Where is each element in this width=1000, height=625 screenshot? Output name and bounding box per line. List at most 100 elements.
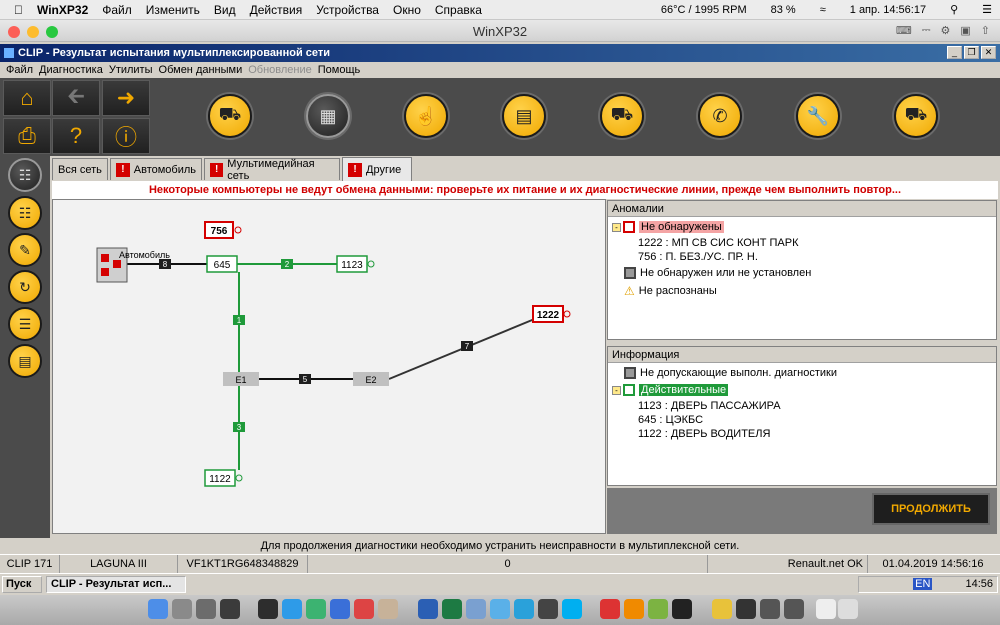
link-label[interactable]: 1 (233, 315, 245, 325)
keyboard-icon[interactable]: ⌨ (896, 24, 912, 37)
forward-button[interactable]: ➜ (102, 80, 150, 116)
word-icon[interactable] (418, 599, 438, 619)
home-button[interactable]: ⌂ (3, 80, 51, 116)
xp-close-button[interactable]: ✕ (981, 46, 996, 59)
app-icon[interactable] (600, 599, 620, 619)
chrome-icon[interactable] (306, 599, 326, 619)
usb-icon[interactable]: ⎓ (922, 24, 931, 37)
skype-icon[interactable] (562, 599, 582, 619)
report-button[interactable]: ▤ (8, 344, 42, 378)
search-icon[interactable]: ⚲ (950, 3, 958, 16)
tab-vehicle[interactable]: ! Автомобиль (110, 158, 202, 180)
menu-view[interactable]: Вид (214, 3, 236, 17)
tree-node-no-diagnostics[interactable]: Не допускающие выполн. диагностики (624, 367, 837, 379)
screenshot-icon[interactable]: ▣ (960, 24, 970, 37)
menu-item-file[interactable]: Файл (6, 64, 33, 76)
menu-item-diagnostics[interactable]: Диагностика (39, 64, 103, 76)
safari-icon[interactable] (282, 599, 302, 619)
car-scan-button[interactable]: ⛟ (600, 94, 644, 138)
battery-readout[interactable]: 83 % (771, 4, 796, 16)
ecu-node-1122[interactable]: 1122 (204, 469, 243, 487)
tree-leaf[interactable]: 1222 : МП СВ СИС КОНТ ПАРК (638, 237, 799, 249)
ecu-node-756[interactable]: 756 (204, 221, 242, 239)
app-icon[interactable] (330, 599, 350, 619)
app-icon[interactable] (538, 599, 558, 619)
xp-restore-button[interactable]: ❐ (964, 46, 979, 59)
menu-item-help[interactable]: Помощь (318, 64, 361, 76)
tree-node-not-found[interactable]: - Не обнаружены (612, 221, 724, 233)
junction-e2[interactable]: E2 (353, 372, 389, 386)
apple-icon[interactable]:  (14, 3, 23, 17)
tree-leaf[interactable]: 756 : П. БЕЗ./УС. ПР. Н. (638, 251, 758, 263)
app-icon[interactable] (736, 599, 756, 619)
share-icon[interactable]: ⇧ (981, 24, 990, 37)
tree-leaf[interactable]: 1123 : ДВЕРЬ ПАССАЖИРА (638, 400, 781, 412)
app-icon[interactable] (784, 599, 804, 619)
tree-node-not-installed[interactable]: Не обнаружен или не установлен (624, 267, 811, 279)
menu-actions[interactable]: Действия (250, 3, 303, 17)
app-icon[interactable] (378, 599, 398, 619)
trash-icon[interactable] (838, 599, 858, 619)
continue-button[interactable]: ПРОДОЛЖИТЬ (872, 493, 990, 525)
taskbar-item-clip[interactable]: CLIP - Результат исп... (46, 576, 186, 593)
phone-button[interactable]: ✆ (698, 94, 742, 138)
app-icon[interactable] (490, 599, 510, 619)
start-button[interactable]: Пуск (2, 576, 42, 593)
app-icon[interactable] (712, 599, 732, 619)
print-button[interactable]: ⎙ (3, 118, 51, 154)
link-label[interactable]: 2 (281, 259, 293, 269)
tree-node-valid[interactable]: - Действительные (612, 384, 729, 396)
link-label[interactable]: 3 (233, 422, 245, 432)
refresh-button[interactable]: ↻ (8, 270, 42, 304)
menu-window[interactable]: Окно (393, 3, 421, 17)
list-button[interactable]: ☰ (8, 307, 42, 341)
excel-icon[interactable] (442, 599, 462, 619)
xp-minimize-button[interactable]: _ (947, 46, 962, 59)
language-indicator[interactable]: EN (913, 578, 933, 590)
preview-icon[interactable] (466, 599, 486, 619)
menu-help[interactable]: Справка (435, 3, 482, 17)
link-label[interactable]: 7 (461, 341, 473, 351)
vehicle-identification-button[interactable]: ⛟ (208, 94, 252, 138)
car-service-button[interactable]: ⛟ (894, 94, 938, 138)
telegram-icon[interactable] (514, 599, 534, 619)
tools-button[interactable]: 🔧 (796, 94, 840, 138)
system-prefs-icon[interactable] (196, 599, 216, 619)
vehicle-info-button[interactable]: ⓘ (102, 118, 150, 154)
menu-item-data-exchange[interactable]: Обмен данными (159, 64, 243, 76)
card-button[interactable]: ▤ (502, 94, 546, 138)
edit-button[interactable]: ✎ (8, 233, 42, 267)
tree-node-unrecognized[interactable]: ⚠ Не распознаны (624, 284, 717, 298)
tab-other[interactable]: ! Другие (342, 157, 412, 181)
app-icon[interactable] (672, 599, 692, 619)
launchpad-icon[interactable] (172, 599, 192, 619)
help-button[interactable]: ? (52, 118, 100, 154)
tree-leaf[interactable]: 645 : ЦЭКБС (638, 414, 703, 426)
vlc-icon[interactable] (624, 599, 644, 619)
menu-devices[interactable]: Устройства (316, 3, 379, 17)
menu-edit[interactable]: Изменить (146, 3, 200, 17)
ecu-node-1222[interactable]: 1222 (532, 305, 571, 323)
activity-icon[interactable] (258, 599, 278, 619)
temp-readout[interactable]: 66°C / 1995 RPM (661, 4, 747, 16)
app-menu[interactable]: WinXP32 (37, 3, 88, 17)
app-icon[interactable] (354, 599, 374, 619)
menu-file[interactable]: Файл (102, 3, 132, 17)
ecu-node-645[interactable]: 645 (206, 255, 238, 273)
collapse-icon[interactable]: - (612, 385, 621, 395)
network-test-button[interactable]: ▦ (306, 94, 350, 138)
settings-icon[interactable]: ⚙ (941, 24, 951, 37)
document-icon[interactable] (816, 599, 836, 619)
tree-leaf[interactable]: 1122 : ДВЕРЬ ВОДИТЕЛЯ (638, 428, 770, 440)
touch-button[interactable]: ☝ (404, 94, 448, 138)
clock[interactable]: 1 апр. 14:56:17 (850, 4, 926, 16)
network-map-button[interactable]: ☷ (8, 158, 42, 192)
tab-whole-network[interactable]: Вся сеть (52, 158, 108, 180)
android-icon[interactable] (648, 599, 668, 619)
link-label[interactable]: 8 (159, 259, 171, 269)
ecu-node-1123[interactable]: 1123 (336, 255, 375, 273)
link-label[interactable]: 5 (299, 374, 311, 384)
manual-button[interactable]: ☷ (8, 196, 42, 230)
app-icon[interactable] (760, 599, 780, 619)
wifi-icon[interactable]: ≈ (820, 4, 826, 16)
